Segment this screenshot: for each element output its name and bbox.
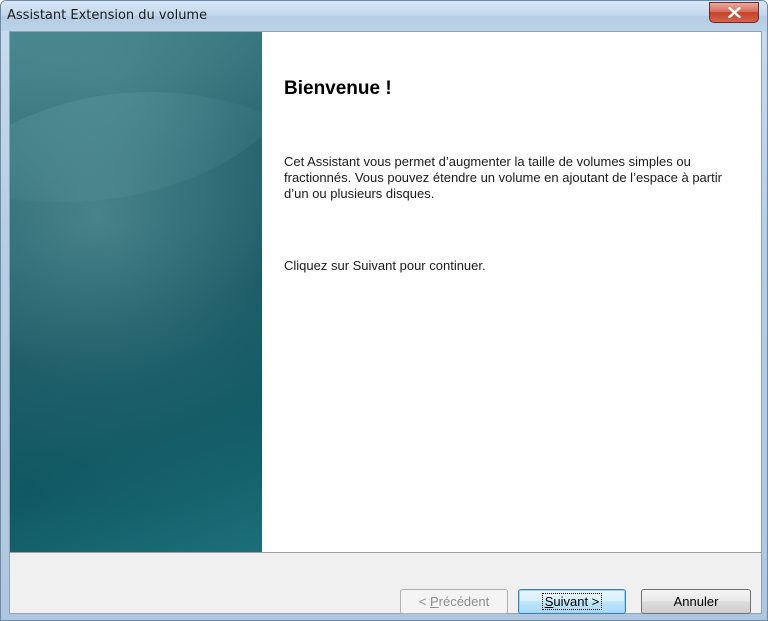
wizard-window: Assistant Extension du volume Bienvenue … [0, 0, 768, 621]
side-graphic-wave [10, 92, 262, 512]
cancel-button[interactable]: Annuler [641, 589, 751, 614]
instruction-text: Cliquez sur Suivant pour continuer. [284, 258, 486, 273]
page-heading: Bienvenue ! [284, 78, 392, 99]
wizard-client-area: Bienvenue ! Cet Assistant vous permet d’… [9, 31, 762, 614]
previous-button-prefix: < [418, 594, 430, 609]
close-icon [728, 7, 741, 18]
next-button[interactable]: Suivant > [518, 589, 626, 614]
previous-button-mnemonic: P [429, 594, 439, 609]
previous-button[interactable]: < Précédent [400, 589, 508, 614]
window-title: Assistant Extension du volume [7, 8, 208, 23]
close-button[interactable] [709, 2, 759, 23]
intro-text: Cet Assistant vous permet d’augmenter la… [284, 154, 722, 201]
title-bar[interactable]: Assistant Extension du volume [1, 1, 767, 31]
next-button-label: uivant > [553, 594, 600, 609]
wizard-content: Bienvenue ! Cet Assistant vous permet d’… [262, 32, 761, 552]
focus-rectangle: Suivant > [541, 593, 603, 610]
wizard-footer: < Précédent Suivant > Annuler [10, 553, 761, 614]
wizard-side-graphic [10, 32, 262, 552]
previous-button-label: récédent [438, 594, 490, 609]
